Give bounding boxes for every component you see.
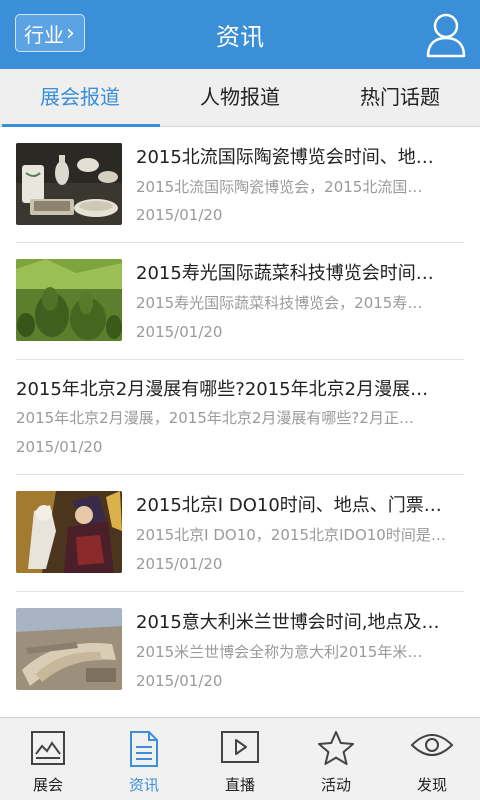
news-summary: 2015北流国际陶瓷博览会，2015北流国… [136, 178, 423, 196]
news-summary: 2015年北京2月漫展，2015年北京2月漫展有哪些?2月正… [16, 409, 414, 427]
star-icon [318, 731, 354, 765]
nav-live[interactable]: 直播 [192, 718, 288, 800]
news-thumbnail [16, 491, 122, 573]
news-item[interactable]: 2015北流国际陶瓷博览会时间、地… 2015北流国际陶瓷博览会，2015北流国… [16, 127, 464, 243]
news-title: 2015意大利米兰世博会时间,地点及… [136, 612, 440, 633]
news-date: 2015/01/20 [136, 323, 223, 341]
news-date: 2015/01/20 [136, 206, 223, 224]
nav-discover[interactable]: 发现 [384, 718, 480, 800]
document-icon [130, 731, 158, 767]
tab-hot-topics[interactable]: 热门话题 [320, 69, 480, 126]
news-list: 2015北流国际陶瓷博览会时间、地… 2015北流国际陶瓷博览会，2015北流国… [0, 127, 480, 717]
nav-events[interactable]: 活动 [288, 718, 384, 800]
news-title: 2015寿光国际蔬菜科技博览会时间… [136, 263, 434, 284]
tab-exhibition-reports[interactable]: 展会报道 [0, 69, 160, 127]
play-icon [221, 731, 259, 763]
news-title: 2015北流国际陶瓷博览会时间、地… [136, 147, 434, 168]
eye-icon [410, 734, 454, 756]
tab-people-reports[interactable]: 人物报道 [160, 69, 320, 126]
news-summary: 2015米兰世博会全称为意大利2015年米… [136, 643, 423, 661]
news-item[interactable]: 2015年北京2月漫展有哪些?2015年北京2月漫展… 2015年北京2月漫展，… [16, 360, 464, 475]
news-thumbnail [16, 608, 122, 690]
app-header: 行业 › 资讯 [0, 0, 480, 69]
nav-label: 发现 [416, 776, 447, 794]
news-date: 2015/01/20 [136, 555, 223, 573]
nav-label: 直播 [224, 776, 255, 794]
user-icon[interactable] [426, 12, 466, 58]
news-item[interactable]: 2015意大利米兰世博会时间,地点及… 2015米兰世博会全称为意大利2015年… [16, 592, 464, 708]
news-item[interactable]: 2015寿光国际蔬菜科技博览会时间… 2015寿光国际蔬菜科技博览会，2015寿… [16, 243, 464, 360]
news-summary: 2015北京I DO10，2015北京IDO10时间是… [136, 526, 446, 544]
news-thumbnail [16, 259, 122, 341]
news-thumbnail [16, 143, 122, 225]
image-icon [31, 731, 65, 765]
bottom-nav: 展会 资讯 直播 活动 发现 [0, 717, 480, 800]
nav-label: 资讯 [128, 776, 159, 794]
nav-exhibitions[interactable]: 展会 [0, 718, 96, 800]
nav-label: 活动 [320, 776, 351, 794]
category-tabs: 展会报道 人物报道 热门话题 [0, 69, 480, 127]
news-date: 2015/01/20 [136, 672, 223, 690]
news-item[interactable]: 2015北京I DO10时间、地点、门票… 2015北京I DO10，2015北… [16, 475, 464, 592]
nav-label: 展会 [32, 776, 63, 794]
news-title: 2015北京I DO10时间、地点、门票… [136, 495, 442, 516]
news-title: 2015年北京2月漫展有哪些?2015年北京2月漫展… [16, 379, 429, 400]
news-date: 2015/01/20 [16, 438, 103, 456]
page-title: 资讯 [216, 23, 264, 51]
nav-news[interactable]: 资讯 [96, 718, 192, 800]
news-summary: 2015寿光国际蔬菜科技博览会，2015寿… [136, 294, 423, 312]
